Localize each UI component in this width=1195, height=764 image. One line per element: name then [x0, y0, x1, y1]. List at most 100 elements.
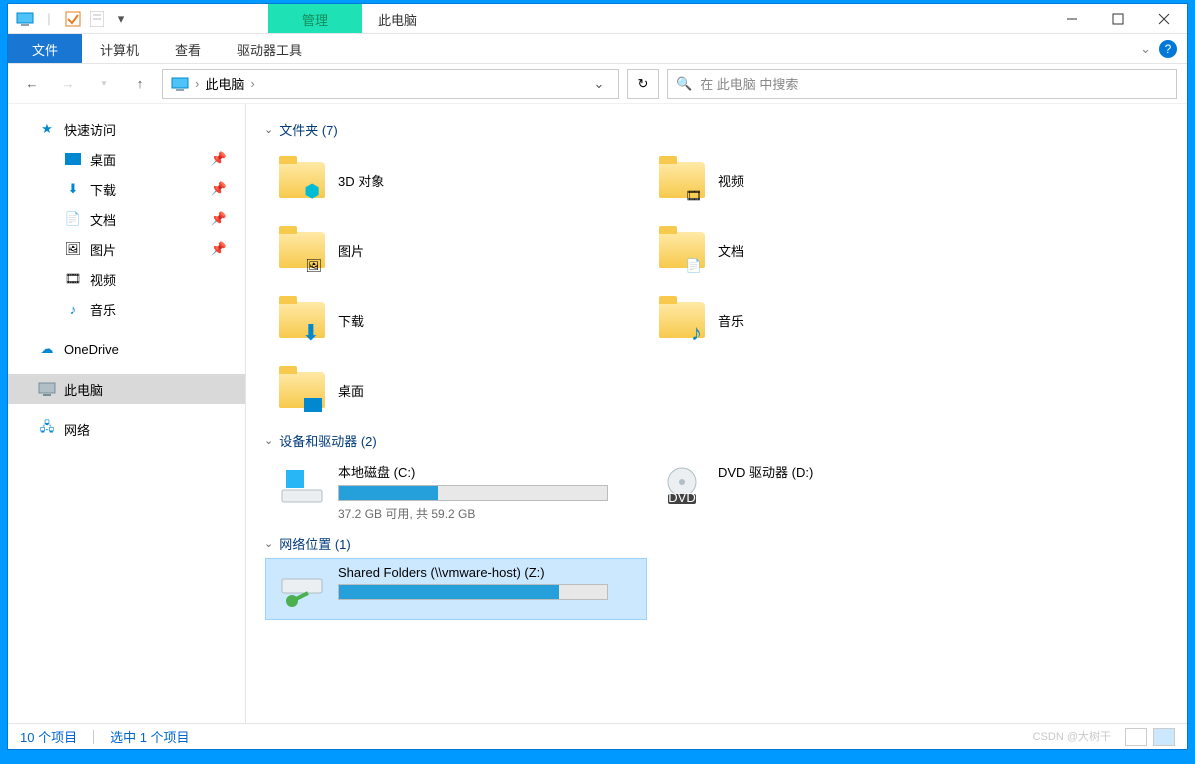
folder-label: 3D 对象 — [338, 171, 384, 190]
sidebar-item-videos[interactable]: 🎞 视频 — [8, 264, 245, 294]
sidebar-label: 图片 — [90, 240, 116, 259]
pin-icon: 📌 — [211, 211, 227, 227]
sidebar-label: 视频 — [90, 270, 116, 289]
address-dropdown-icon[interactable]: ⌄ — [588, 76, 610, 92]
drives-grid: 本地磁盘 (C:) 37.2 GB 可用, 共 59.2 GB DVD DVD … — [246, 456, 1187, 528]
chevron-down-icon: ⌄ — [264, 434, 273, 447]
video-icon: 🎞 — [64, 270, 82, 288]
navigation-pane: ★ 快速访问 桌面 📌 ⬇ 下载 📌 📄 文档 📌 🖼 图片 📌 — [8, 104, 246, 723]
breadcrumb-sep[interactable]: › — [250, 76, 254, 91]
folder-videos[interactable]: 🎞 视频 — [646, 145, 1026, 215]
window-title: 此电脑 — [362, 4, 433, 33]
drive-label: 本地磁盘 (C:) — [338, 462, 636, 481]
pc-icon — [38, 380, 56, 398]
sidebar-label: OneDrive — [64, 342, 119, 357]
tiles-view-button[interactable] — [1153, 728, 1175, 746]
sidebar-onedrive[interactable]: ☁ OneDrive — [8, 334, 245, 364]
breadcrumb-root[interactable]: 此电脑 — [205, 74, 244, 93]
sidebar-item-music[interactable]: ♪ 音乐 — [8, 294, 245, 324]
folder-3d-objects[interactable]: ⬢ 3D 对象 — [266, 145, 646, 215]
address-bar[interactable]: › 此电脑 › ⌄ — [162, 69, 619, 99]
document-icon: 📄 — [64, 210, 82, 228]
folder-documents[interactable]: 📄 文档 — [646, 215, 1026, 285]
properties-icon[interactable] — [88, 10, 106, 28]
sidebar-label: 下载 — [90, 180, 116, 199]
sidebar-quick-access[interactable]: ★ 快速访问 — [8, 114, 245, 144]
section-title: 设备和驱动器 (2) — [279, 431, 377, 450]
folder-label: 音乐 — [718, 311, 744, 330]
manage-tab[interactable]: 管理 — [268, 4, 362, 33]
section-title: 文件夹 (7) — [279, 120, 338, 139]
folder-icon: 🎞 — [656, 154, 708, 206]
folders-grid: ⬢ 3D 对象 🎞 视频 🖼 图片 📄 文档 ⬇ 下载 — [246, 145, 1187, 425]
network-drive-z[interactable]: Shared Folders (\\vmware-host) (Z:) — [266, 559, 646, 619]
back-button[interactable]: ← — [18, 70, 46, 98]
status-item-count: 10 个项目 — [20, 727, 77, 746]
folder-music[interactable]: ♪ 音乐 — [646, 285, 1026, 355]
drive-label: DVD 驱动器 (D:) — [718, 462, 1016, 481]
music-icon: ♪ — [64, 300, 82, 318]
file-tab[interactable]: 文件 — [8, 34, 82, 63]
drive-local-c[interactable]: 本地磁盘 (C:) 37.2 GB 可用, 共 59.2 GB — [266, 456, 646, 528]
drive-dvd-d[interactable]: DVD DVD 驱动器 (D:) — [646, 456, 1026, 528]
checkbox-icon[interactable] — [64, 10, 82, 28]
titlebar: | ▾ 管理 此电脑 — [8, 4, 1187, 34]
ribbon-collapse-icon[interactable]: ⌄ — [1140, 41, 1151, 57]
drive-tools-tab[interactable]: 驱动器工具 — [219, 34, 320, 63]
star-icon: ★ — [38, 120, 56, 138]
breadcrumb-sep: › — [195, 76, 199, 91]
network-grid: Shared Folders (\\vmware-host) (Z:) — [246, 559, 1187, 619]
dvd-icon: DVD — [656, 462, 708, 510]
pin-icon: 📌 — [211, 181, 227, 197]
help-icon[interactable]: ? — [1159, 40, 1177, 58]
chevron-down-icon: ⌄ — [264, 537, 273, 550]
folder-label: 下载 — [338, 311, 364, 330]
quick-access-toolbar: | ▾ — [8, 4, 138, 33]
drive-label: Shared Folders (\\vmware-host) (Z:) — [338, 565, 636, 580]
section-network-header[interactable]: ⌄ 网络位置 (1) — [246, 528, 1187, 559]
download-icon: ⬇ — [64, 180, 82, 198]
folder-pictures[interactable]: 🖼 图片 — [266, 215, 646, 285]
folder-downloads[interactable]: ⬇ 下载 — [266, 285, 646, 355]
drive-icon — [276, 462, 328, 510]
sidebar-item-downloads[interactable]: ⬇ 下载 📌 — [8, 174, 245, 204]
search-box[interactable]: 🔍 在 此电脑 中搜索 — [667, 69, 1177, 99]
up-button[interactable]: ↑ — [126, 70, 154, 98]
close-button[interactable] — [1141, 4, 1187, 33]
view-tab[interactable]: 查看 — [157, 34, 219, 63]
folder-label: 文档 — [718, 241, 744, 260]
explorer-window: | ▾ 管理 此电脑 文件 计算机 查看 驱动器工具 ⌄ ? ← → ▾ ↑ — [7, 3, 1188, 750]
minimize-button[interactable] — [1049, 4, 1095, 33]
folder-icon — [276, 364, 328, 416]
qat-dropdown-icon[interactable]: ▾ — [112, 10, 130, 28]
sidebar-this-pc[interactable]: 此电脑 — [8, 374, 245, 404]
sidebar-item-documents[interactable]: 📄 文档 📌 — [8, 204, 245, 234]
sidebar-network[interactable]: 🖧 网络 — [8, 414, 245, 444]
sidebar-label: 文档 — [90, 210, 116, 229]
folder-label: 视频 — [718, 171, 744, 190]
folder-icon: 🖼 — [276, 224, 328, 276]
network-drive-icon — [276, 565, 328, 613]
desktop-icon — [64, 150, 82, 168]
maximize-button[interactable] — [1095, 4, 1141, 33]
search-placeholder: 在 此电脑 中搜索 — [700, 74, 798, 93]
section-folders-header[interactable]: ⌄ 文件夹 (7) — [246, 114, 1187, 145]
section-drives-header[interactable]: ⌄ 设备和驱动器 (2) — [246, 425, 1187, 456]
chevron-down-icon: ⌄ — [264, 123, 273, 136]
sidebar-item-desktop[interactable]: 桌面 📌 — [8, 144, 245, 174]
refresh-button[interactable]: ↻ — [627, 69, 659, 99]
drive-usage-bar — [338, 485, 608, 501]
picture-icon: 🖼 — [64, 240, 82, 258]
computer-tab[interactable]: 计算机 — [82, 34, 157, 63]
drive-free-text: 37.2 GB 可用, 共 59.2 GB — [338, 505, 636, 522]
network-icon: 🖧 — [38, 420, 56, 438]
details-view-button[interactable] — [1125, 728, 1147, 746]
forward-button[interactable]: → — [54, 70, 82, 98]
pin-icon: 📌 — [211, 241, 227, 257]
drive-usage-bar — [338, 584, 608, 600]
recent-dropdown[interactable]: ▾ — [90, 70, 118, 98]
sidebar-item-pictures[interactable]: 🖼 图片 📌 — [8, 234, 245, 264]
folder-label: 桌面 — [338, 381, 364, 400]
folder-desktop[interactable]: 桌面 — [266, 355, 646, 425]
navigation-bar: ← → ▾ ↑ › 此电脑 › ⌄ ↻ 🔍 在 此电脑 中搜索 — [8, 64, 1187, 104]
